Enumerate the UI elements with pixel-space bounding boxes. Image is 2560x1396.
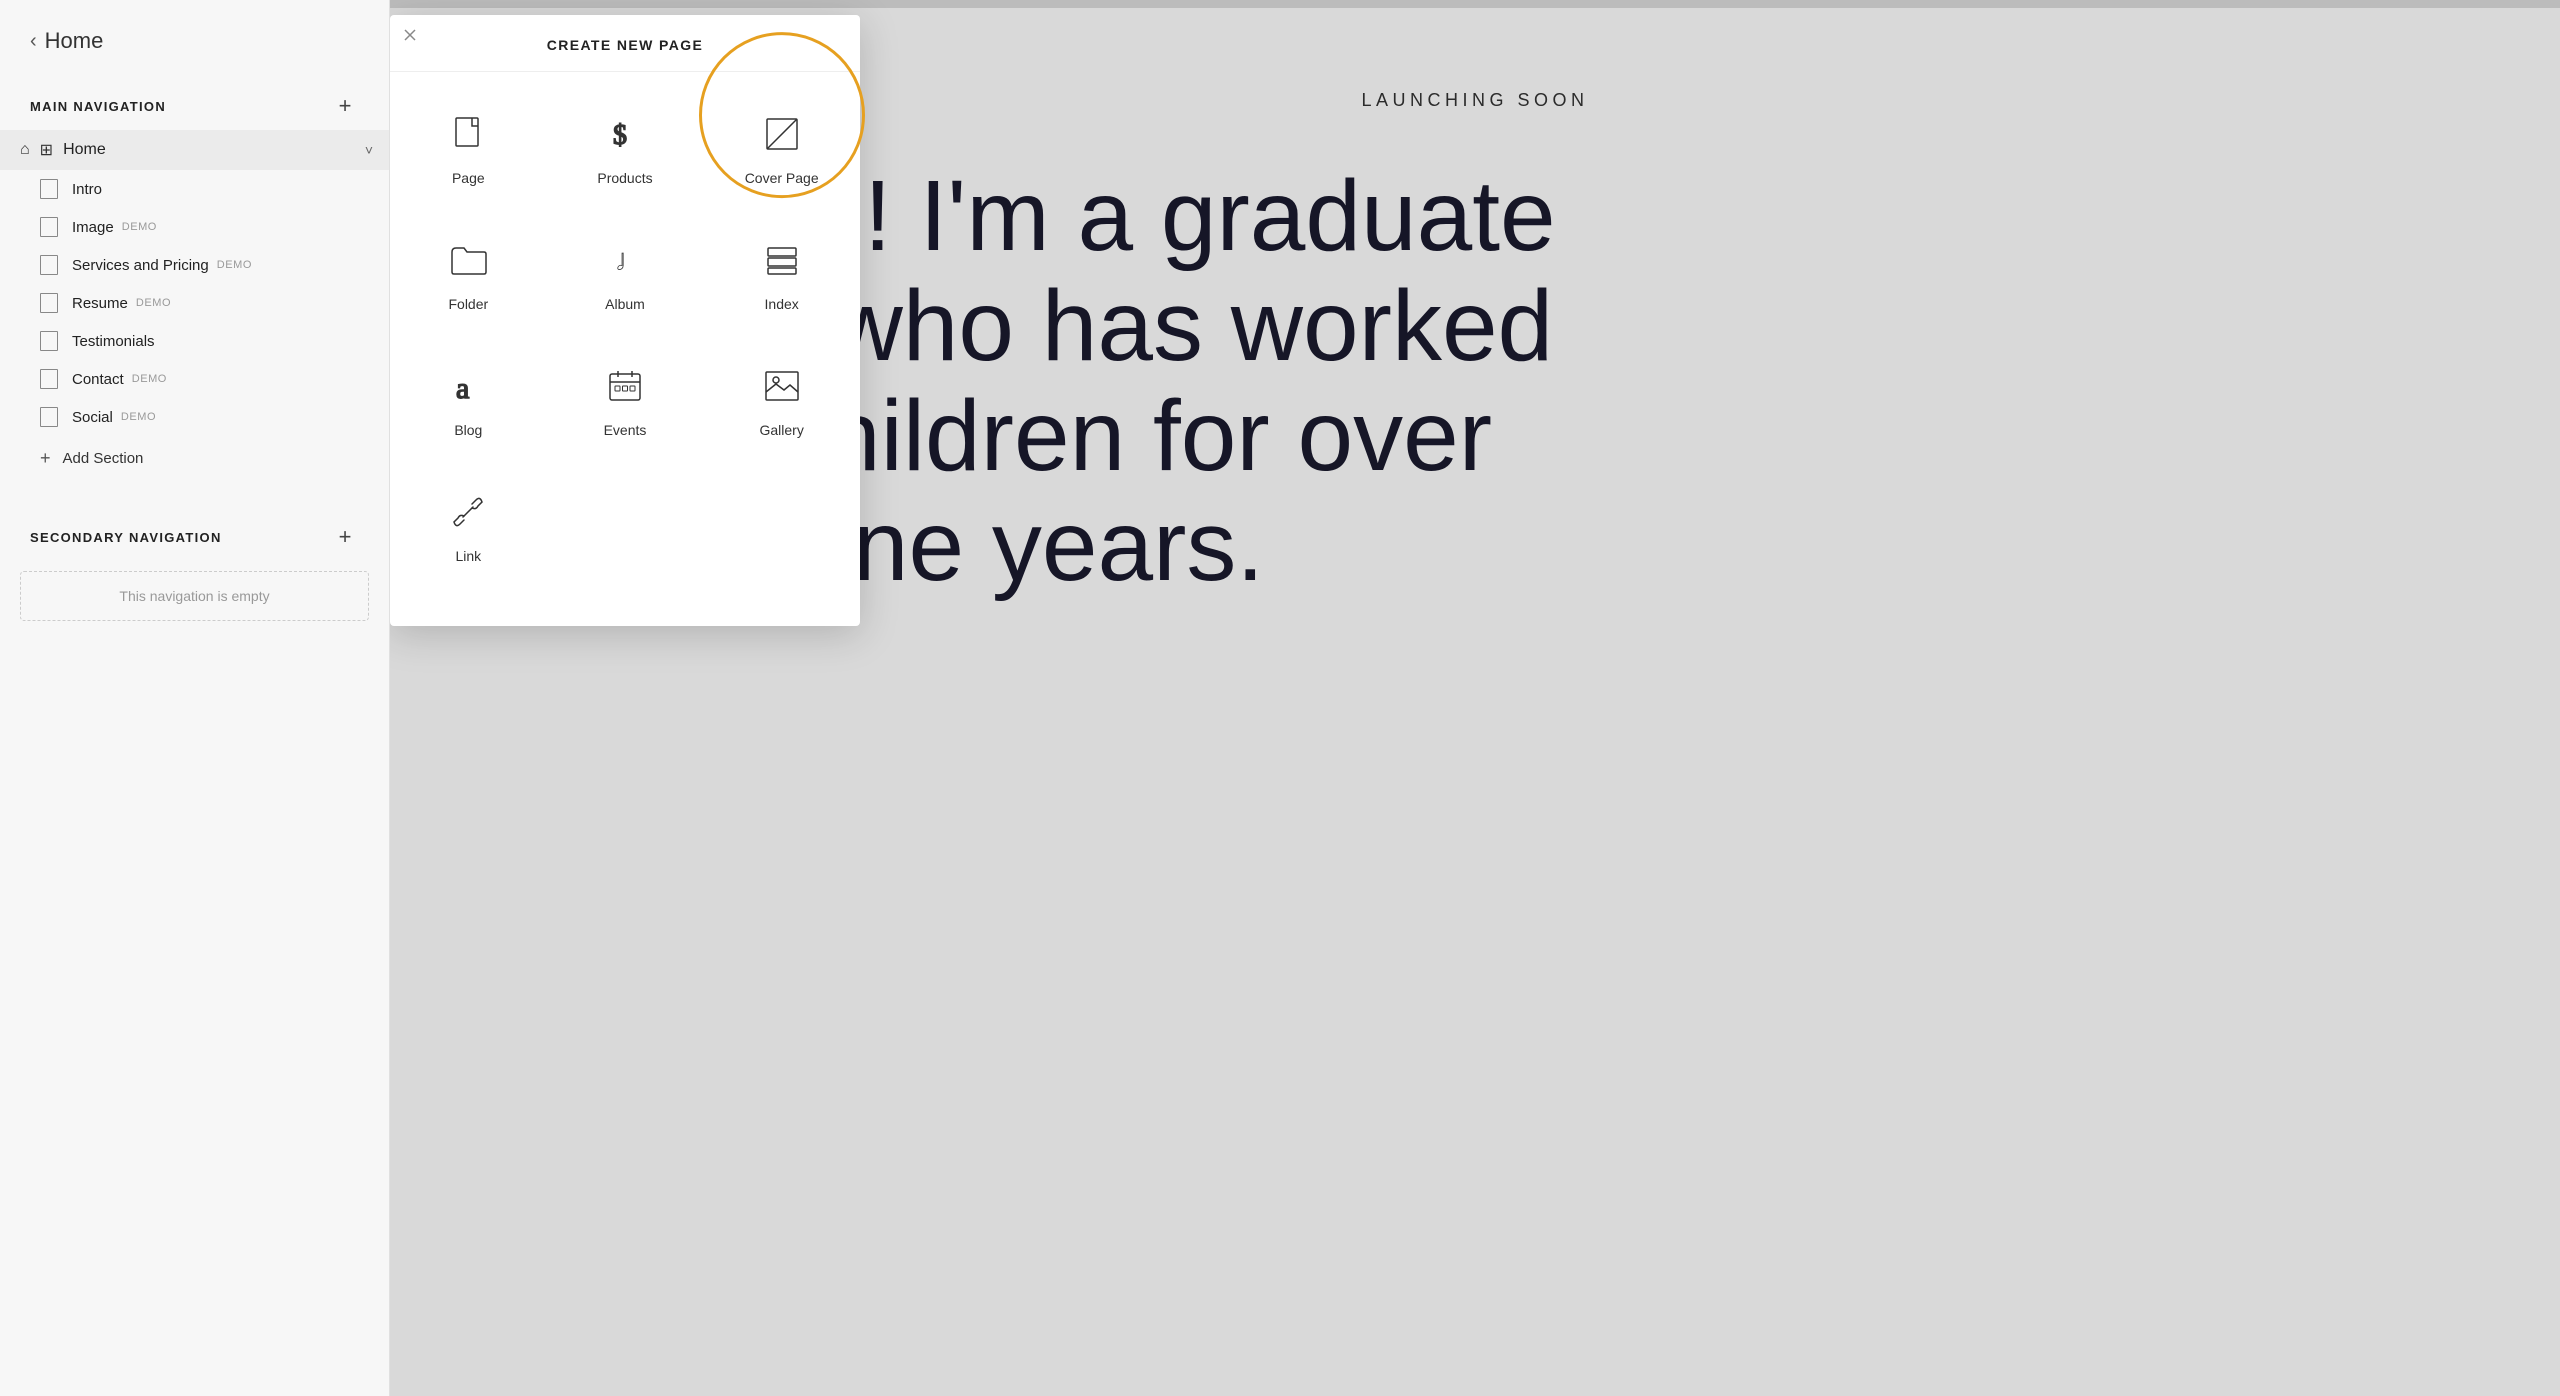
modal-grid: Page $ Products Cover	[390, 72, 860, 596]
secondary-nav-header: SECONDARY NAVIGATION +	[0, 505, 389, 561]
svg-text:$: $	[613, 120, 627, 151]
modal-item-link[interactable]: Link	[390, 460, 547, 586]
nav-item-contact[interactable]: Contact DEMO	[0, 360, 389, 398]
cover-page-type-label: Cover Page	[745, 170, 819, 186]
nav-item-resume[interactable]: Resume DEMO	[0, 284, 389, 322]
nav-sub-items-list: Intro Image DEMO Services and Pricing DE…	[0, 170, 389, 436]
svg-text:a: a	[456, 372, 469, 405]
nav-item-social[interactable]: Social DEMO	[0, 398, 389, 436]
sidebar: ‹ Home MAIN NAVIGATION + ⌂ ⊞ Home ˅ Intr…	[0, 0, 390, 1396]
gallery-type-icon	[758, 362, 806, 410]
main-nav-label: MAIN NAVIGATION	[30, 99, 166, 114]
events-type-icon	[601, 362, 649, 410]
nav-item-image-label: Image	[72, 219, 114, 236]
index-type-label: Index	[765, 296, 799, 312]
events-type-label: Events	[604, 422, 647, 438]
home-nav-label: Home	[63, 141, 365, 159]
modal-item-folder[interactable]: Folder	[390, 208, 547, 334]
modal-item-blog[interactable]: a Blog	[390, 334, 547, 460]
main-nav-header: MAIN NAVIGATION +	[0, 74, 389, 130]
page-icon	[40, 217, 58, 237]
folder-type-label: Folder	[448, 296, 488, 312]
add-nav-item-button[interactable]: +	[331, 92, 359, 120]
nav-item-testimonials[interactable]: Testimonials	[0, 322, 389, 360]
blog-type-icon: a	[444, 362, 492, 410]
blog-type-label: Blog	[454, 422, 482, 438]
nav-item-resume-label: Resume	[72, 295, 128, 312]
demo-badge: DEMO	[121, 411, 156, 423]
nav-item-services[interactable]: Services and Pricing DEMO	[0, 246, 389, 284]
empty-nav-text: This navigation is empty	[119, 588, 269, 604]
nav-item-contact-label: Contact	[72, 371, 124, 388]
nav-item-intro-label: Intro	[72, 181, 102, 198]
back-label: Home	[45, 28, 104, 54]
add-secondary-nav-button[interactable]: +	[331, 523, 359, 551]
add-section-row[interactable]: + Add Section	[0, 436, 389, 481]
link-type-label: Link	[455, 548, 481, 564]
demo-badge: DEMO	[132, 373, 167, 385]
modal-item-index[interactable]: Index	[703, 208, 860, 334]
page-type-icon	[444, 110, 492, 158]
nav-item-home[interactable]: ⌂ ⊞ Home ˅	[0, 130, 389, 170]
chevron-left-icon: ‹	[30, 30, 37, 53]
modal-item-products[interactable]: $ Products	[547, 82, 704, 208]
demo-badge: DEMO	[122, 221, 157, 233]
modal-item-album[interactable]: ♩ Album	[547, 208, 704, 334]
home-icon: ⌂	[20, 141, 30, 159]
nav-item-image[interactable]: Image DEMO	[0, 208, 389, 246]
add-section-label: Add Section	[63, 450, 144, 467]
page-icon	[40, 407, 58, 427]
nav-item-social-label: Social	[72, 409, 113, 426]
grid-icon: ⊞	[40, 140, 53, 160]
cover-page-type-icon	[758, 110, 806, 158]
nav-item-intro[interactable]: Intro	[0, 170, 389, 208]
nav-item-testimonials-label: Testimonials	[72, 333, 155, 350]
album-type-icon: ♩	[601, 236, 649, 284]
page-icon	[40, 179, 58, 199]
gallery-type-label: Gallery	[759, 422, 803, 438]
modal-item-events[interactable]: Events	[547, 334, 704, 460]
create-page-modal: CREATE NEW PAGE Page $	[390, 15, 860, 626]
link-type-icon	[444, 488, 492, 536]
page-icon	[40, 369, 58, 389]
empty-nav-box: This navigation is empty	[20, 571, 369, 621]
main-area: LAUNCHING SOON re! I'm a graduate t who …	[390, 0, 2560, 1396]
album-type-label: Album	[605, 296, 645, 312]
modal-item-cover-page[interactable]: Cover Page	[703, 82, 860, 208]
page-type-label: Page	[452, 170, 485, 186]
page-icon	[40, 293, 58, 313]
secondary-nav-section: SECONDARY NAVIGATION + This navigation i…	[0, 505, 389, 631]
index-type-icon	[758, 236, 806, 284]
chevron-down-icon: ˅	[365, 142, 373, 158]
demo-badge: DEMO	[217, 259, 252, 271]
secondary-nav-label: SECONDARY NAVIGATION	[30, 530, 222, 545]
modal-item-page[interactable]: Page	[390, 82, 547, 208]
products-type-icon: $	[601, 110, 649, 158]
modal-title: CREATE NEW PAGE	[390, 15, 860, 72]
demo-badge: DEMO	[136, 297, 171, 309]
modal-collapse-button[interactable]	[398, 23, 422, 47]
svg-text:♩: ♩	[615, 244, 645, 277]
folder-type-icon	[444, 236, 492, 284]
page-icon	[40, 331, 58, 351]
page-icon	[40, 255, 58, 275]
nav-item-services-label: Services and Pricing	[72, 257, 209, 274]
plus-icon: +	[40, 448, 51, 469]
products-type-label: Products	[597, 170, 652, 186]
modal-item-gallery[interactable]: Gallery	[703, 334, 860, 460]
back-nav[interactable]: ‹ Home	[0, 0, 389, 74]
